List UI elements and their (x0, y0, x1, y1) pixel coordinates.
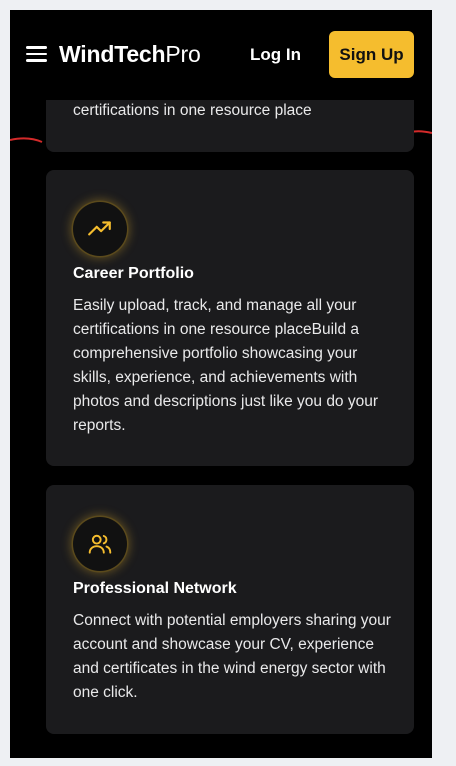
feature-card-title: Professional Network (73, 580, 237, 597)
page-viewport: certifications in one resource place Car… (10, 10, 432, 758)
feature-card-title: Career Portfolio (73, 265, 194, 282)
top-navbar: WindTechPro Log In Sign Up (10, 10, 432, 100)
feature-card-text: Easily upload, track, and manage all you… (73, 297, 379, 434)
trending-up-icon (73, 202, 127, 256)
feature-card-text: certifications in one resource place (73, 102, 312, 119)
feature-card-career-portfolio: Career Portfolio Easily upload, track, a… (46, 170, 414, 466)
feature-card-professional-network: Professional Network Connect with potent… (46, 485, 414, 734)
logo-bold-text: WindTech (59, 41, 166, 67)
login-button[interactable]: Log In (250, 45, 301, 65)
users-icon (73, 517, 127, 571)
signup-button[interactable]: Sign Up (329, 31, 414, 78)
brand-logo[interactable]: WindTechPro (59, 41, 201, 68)
hamburger-menu-icon[interactable] (26, 43, 48, 65)
logo-light-text: Pro (165, 41, 201, 67)
feature-card-text: Connect with potential employers sharing… (73, 612, 391, 701)
